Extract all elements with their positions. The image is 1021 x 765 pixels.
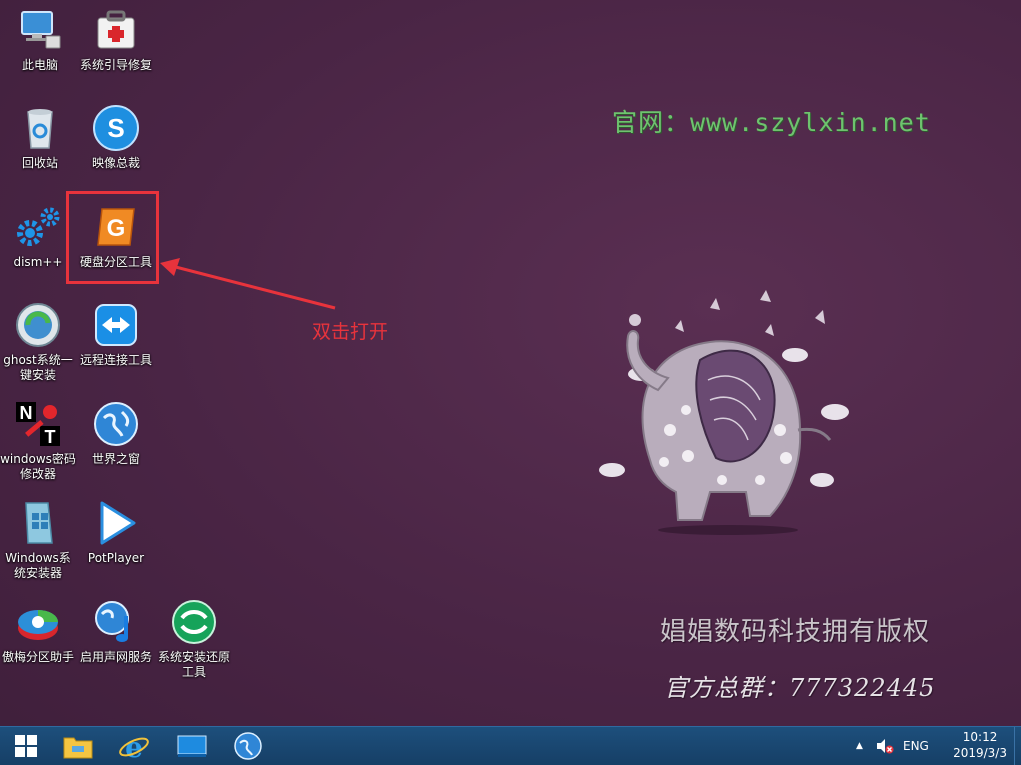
windows-start-icon <box>15 735 37 757</box>
desktop-icon-label: 系统引导修复 <box>79 58 152 72</box>
desktop: 此电脑 系统引导修复 回收站 S 映像总裁 dism++ G 硬盘分区工具 gh… <box>0 0 1021 726</box>
wallpaper-group-text: 官方总群：777322445 <box>664 674 936 702</box>
desktop-window-icon <box>177 735 207 757</box>
highlight-box <box>66 191 159 284</box>
svg-text:e: e <box>125 731 143 761</box>
globe-browser-icon <box>92 400 140 448</box>
language-indicator[interactable]: ENG <box>903 727 929 765</box>
desktop-icon-potplayer[interactable]: PotPlayer <box>76 499 156 566</box>
desktop-icon-label: ghost系统一 键安装 <box>3 353 73 382</box>
desktop-icon-boot-repair[interactable]: 系统引导修复 <box>76 6 156 73</box>
desktop-icon-label: 启用声网服务 <box>79 650 152 664</box>
first-aid-kit-icon <box>92 6 140 54</box>
desktop-icon-ghost-install[interactable]: ghost系统一 键安装 <box>0 301 78 383</box>
taskbar: e ▲ ENG 10:12 2019/3/3 <box>0 726 1021 765</box>
muted-speaker-icon <box>877 739 894 754</box>
globe-browser-icon <box>234 732 262 760</box>
desktop-icon-label: 远程连接工具 <box>79 353 152 367</box>
desktop-icon-password-changer[interactable]: N T windows密码 修改器 <box>0 400 78 482</box>
desktop-icon-label: 映像总裁 <box>91 156 140 170</box>
annotation-text: 双击打开 <box>312 321 389 343</box>
file-explorer-icon <box>63 737 93 759</box>
desktop-icon-label: windows密码 修改器 <box>0 452 76 481</box>
nt-password-icon: N T <box>14 400 62 448</box>
desktop-icon-world-browser[interactable]: 世界之窗 <box>76 400 156 467</box>
desktop-icon-label: Windows系 统安装器 <box>5 551 71 580</box>
volume-button[interactable] <box>876 727 894 765</box>
show-desktop-button[interactable] <box>1014 727 1021 765</box>
aomei-partition-icon <box>14 598 62 646</box>
taskbar-desktop-window[interactable] <box>166 727 218 765</box>
desktop-icon-label: 系统安装还原 工具 <box>157 650 230 679</box>
teamviewer-icon <box>92 301 140 349</box>
elephant-illustration <box>599 290 849 535</box>
gears-icon <box>14 203 62 251</box>
image-master-icon: S <box>92 104 140 152</box>
desktop-icon-label: 回收站 <box>21 156 58 170</box>
wallpaper-copyright-text: 娼娼数码科技拥有版权 <box>660 617 931 647</box>
annotation-arrow <box>160 258 336 310</box>
taskbar-world-browser[interactable] <box>222 727 274 765</box>
computer-icon <box>16 6 64 54</box>
clock[interactable]: 10:12 2019/3/3 <box>953 729 1007 761</box>
desktop-icon-system-restore[interactable]: 系统安装还原 工具 <box>154 598 234 680</box>
svg-text:N: N <box>20 403 33 423</box>
desktop-icon-recycle-bin[interactable]: 回收站 <box>0 104 80 171</box>
wallpaper-site-text: 官网：www.szylxin.net <box>612 108 931 137</box>
desktop-icon-label: 傲梅分区助手 <box>1 650 74 664</box>
desktop-icon-windows-installer[interactable]: Windows系 统安装器 <box>0 499 78 581</box>
desktop-icon-this-pc[interactable]: 此电脑 <box>0 6 80 73</box>
ghost-install-icon <box>14 301 62 349</box>
desktop-icon-sound-network[interactable]: 启用声网服务 <box>76 598 156 665</box>
windows-installer-icon <box>14 499 62 547</box>
internet-explorer-icon: e <box>119 731 149 761</box>
sound-network-icon <box>92 598 140 646</box>
system-restore-icon <box>170 598 218 646</box>
tray-overflow-chevron[interactable]: ▲ <box>856 727 863 765</box>
desktop-icon-aomei-partition[interactable]: 傲梅分区助手 <box>0 598 78 665</box>
clock-date: 2019/3/3 <box>953 746 1007 760</box>
potplayer-icon <box>92 499 140 547</box>
svg-text:S: S <box>107 113 124 143</box>
taskbar-file-explorer[interactable] <box>52 727 104 765</box>
clock-time: 10:12 <box>962 730 998 744</box>
desktop-icon-remote-tool[interactable]: 远程连接工具 <box>76 301 156 368</box>
svg-text:T: T <box>45 427 56 447</box>
desktop-icon-label: 世界之窗 <box>91 452 140 466</box>
desktop-icon-image-master[interactable]: S 映像总裁 <box>76 104 156 171</box>
taskbar-internet-explorer[interactable]: e <box>108 727 160 765</box>
start-button[interactable] <box>0 727 52 765</box>
recycle-bin-icon <box>16 104 64 152</box>
desktop-icon-label: 此电脑 <box>21 58 58 72</box>
desktop-icon-label: PotPlayer <box>87 551 145 565</box>
